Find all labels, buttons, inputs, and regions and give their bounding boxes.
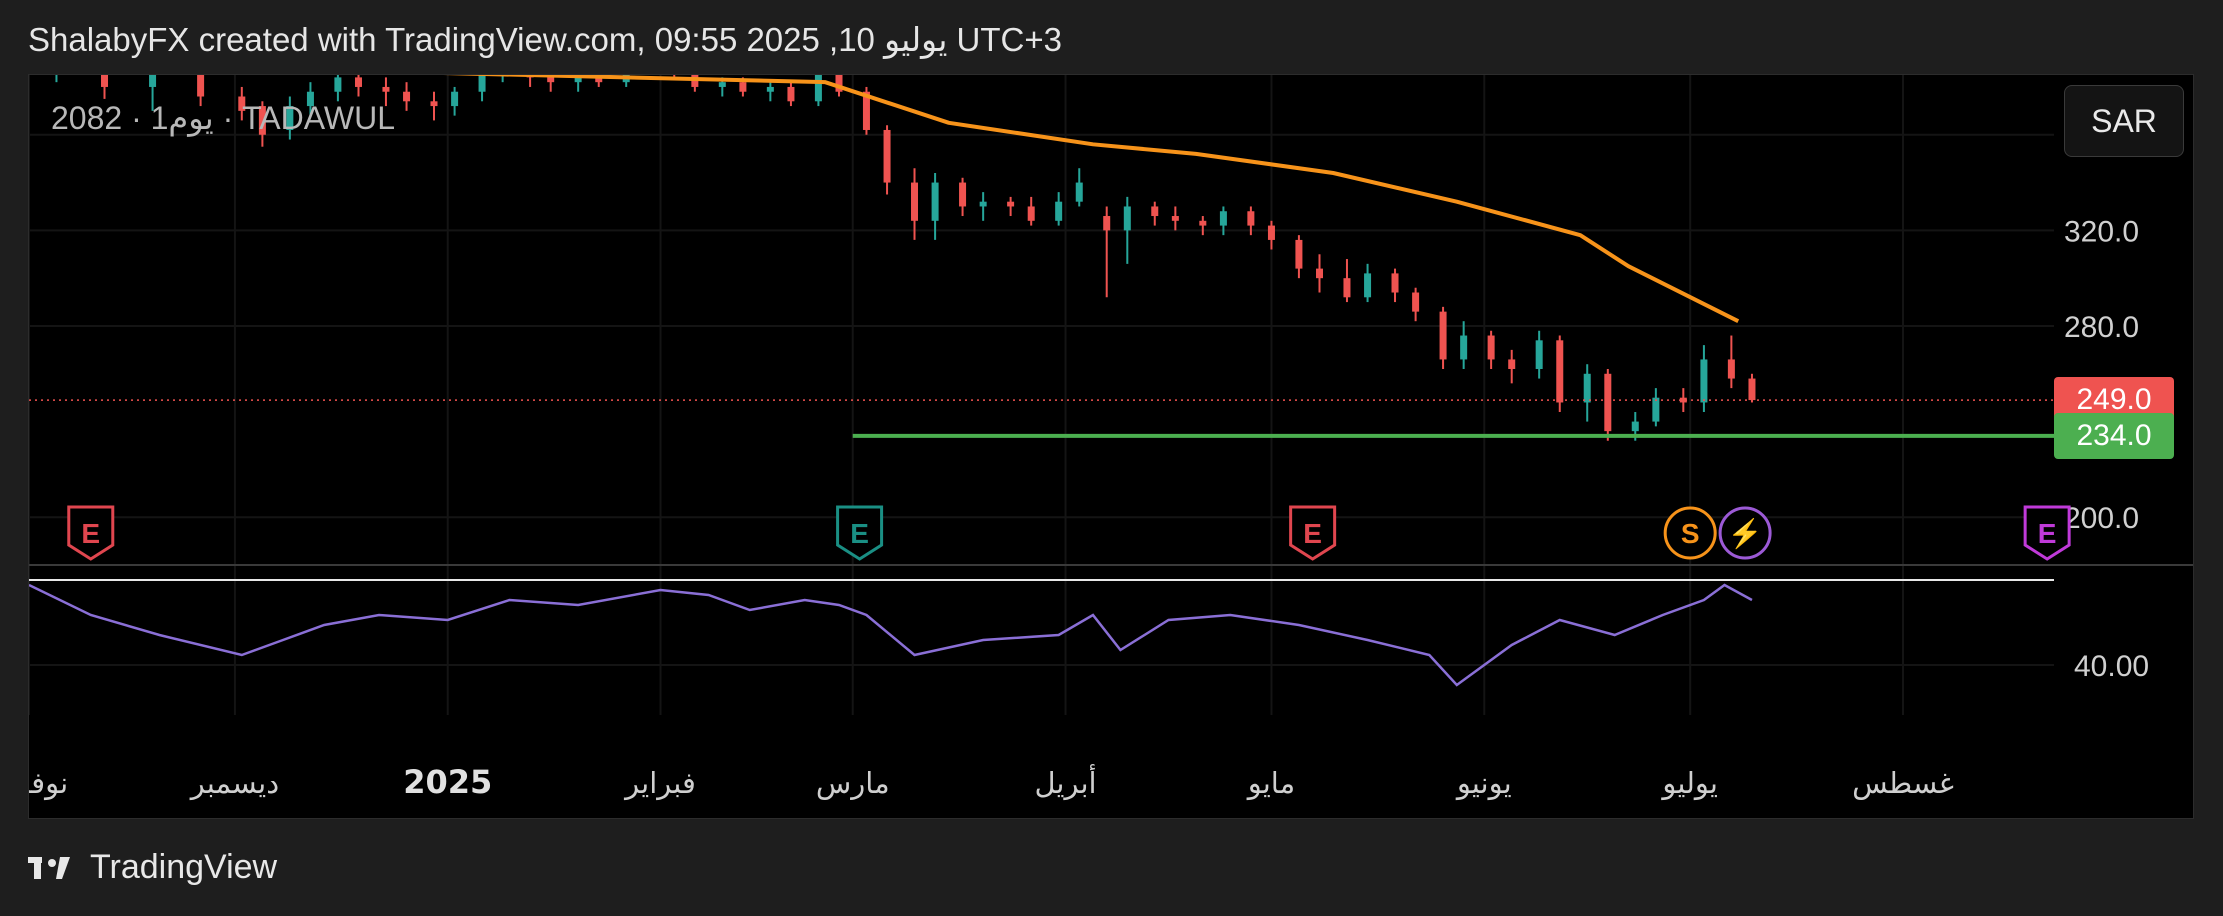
candle-body	[101, 75, 109, 87]
symbol-label: 2082 · 1يوم · TADAWUL	[51, 100, 395, 136]
chart-caption: ShalabyFX created with TradingView.com, …	[28, 21, 1063, 58]
candle-body	[814, 75, 822, 102]
candle-body	[911, 182, 919, 221]
candle-body	[1199, 220, 1207, 226]
candle-body	[959, 182, 967, 207]
candle-body	[883, 129, 891, 183]
x-tick-label: غسطس	[1852, 766, 1954, 800]
candle-body	[979, 201, 987, 207]
candle-body	[451, 91, 459, 107]
event-label: S	[1681, 518, 1700, 549]
candle-body	[382, 86, 390, 92]
candle-body	[1103, 216, 1111, 231]
candle-body	[1267, 225, 1275, 240]
chart-svg[interactable]: 360.0320.0280.0200.040.00EEES⚡Eنوفمبرديس…	[29, 75, 2194, 819]
support-price-label: 234.0	[2054, 412, 2174, 459]
candle-body	[1027, 206, 1035, 221]
candle-body	[1631, 421, 1639, 432]
x-tick-label: يونيو	[1455, 766, 1512, 800]
candle-body	[1487, 335, 1495, 360]
candle-body	[1219, 211, 1227, 226]
currency-button[interactable]: SAR	[2064, 85, 2184, 157]
event-label: ⚡	[1728, 517, 1763, 550]
rsi-tick-label: 40.00	[2074, 650, 2149, 683]
event-label: E	[2038, 518, 2057, 549]
candle-body	[766, 86, 774, 92]
footer: TradingView	[28, 848, 277, 887]
candle-body	[403, 91, 411, 102]
y-tick-label: 200.0	[2064, 502, 2139, 535]
x-tick-label: نوفمبر	[29, 766, 68, 800]
candle-body	[1075, 182, 1083, 202]
candle-body	[1652, 397, 1660, 422]
candle-body	[1508, 359, 1516, 369]
candle-body	[931, 182, 939, 221]
candle-body	[1123, 206, 1131, 231]
event-label: E	[850, 518, 869, 549]
x-tick-label: مايو	[1246, 766, 1295, 800]
candle-body	[1391, 273, 1399, 293]
candle-body	[334, 77, 342, 92]
y-tick-label: 280.0	[2064, 311, 2139, 344]
candle-body	[354, 77, 362, 87]
candle-body	[1700, 359, 1708, 403]
x-tick-label: أبريل	[1034, 763, 1096, 800]
candle-body	[1171, 216, 1179, 221]
candle-body	[1439, 311, 1447, 360]
y-tick-label: 320.0	[2064, 215, 2139, 248]
candle-body	[1748, 378, 1756, 401]
candle-body	[739, 82, 747, 92]
candle-body	[1343, 278, 1351, 298]
footer-brand: TradingView	[90, 848, 278, 886]
tradingview-logo-icon	[28, 856, 70, 879]
candle-body	[1604, 373, 1612, 432]
candle-body	[1727, 359, 1735, 379]
candle-body	[149, 75, 157, 87]
candle-body	[547, 77, 555, 83]
candle-body	[430, 101, 438, 107]
candle-body	[478, 75, 486, 92]
x-tick-label: يوليو	[1660, 766, 1718, 800]
candle-body	[197, 75, 205, 97]
candle-body	[1583, 373, 1591, 403]
x-tick-label: ديسمبر	[189, 766, 279, 800]
chart-area[interactable]: 360.0320.0280.0200.040.00EEES⚡Eنوفمبرديس…	[28, 74, 2194, 819]
candle-body	[1460, 335, 1468, 360]
candle-body	[1316, 268, 1324, 279]
candle-body	[1556, 340, 1564, 403]
rsi-line	[29, 583, 1753, 687]
x-tick-label: 2025	[403, 763, 492, 801]
candle-body	[718, 82, 726, 87]
candle-body	[1412, 292, 1420, 312]
x-tick-label: فبراير	[623, 766, 696, 800]
candle-body	[787, 86, 795, 102]
x-tick-label: مارس	[816, 766, 890, 800]
candle-body	[1007, 201, 1015, 207]
candle-body	[1247, 211, 1255, 226]
candle-body	[1535, 340, 1543, 369]
candle-body	[1295, 239, 1303, 269]
candle-body	[1364, 273, 1372, 298]
event-label: E	[1303, 518, 1322, 549]
event-label: E	[81, 518, 100, 549]
candle-body	[1151, 206, 1159, 217]
candle-body	[1055, 201, 1063, 221]
